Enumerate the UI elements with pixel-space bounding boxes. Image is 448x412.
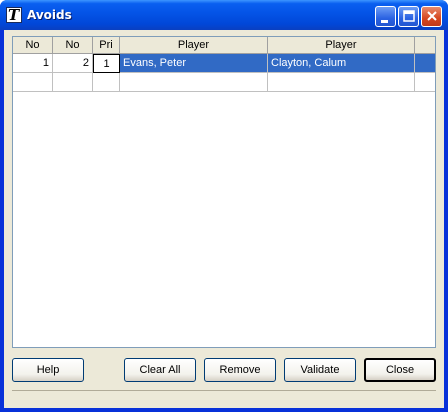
status-bar	[12, 390, 436, 404]
cell-empty[interactable]	[93, 73, 120, 92]
cell-empty[interactable]	[120, 73, 268, 92]
column-header-player-1[interactable]: Player	[120, 37, 268, 54]
close-icon	[427, 11, 437, 21]
cell-no-2[interactable]: 2	[53, 54, 93, 73]
column-header-no-2[interactable]: No	[53, 37, 93, 54]
cell-player-2[interactable]: Clayton, Calum	[268, 54, 415, 73]
help-button[interactable]: Help	[12, 358, 84, 382]
title-bar[interactable]: T Avoids	[0, 0, 448, 30]
close-button[interactable]: Close	[364, 358, 436, 382]
cell-filler	[415, 73, 435, 92]
dialog-body: No No Pri Player Player 1 2 1 Evans, Pet…	[4, 30, 444, 408]
maximize-button[interactable]	[398, 6, 419, 27]
cell-pri-editor[interactable]: 1	[93, 54, 120, 73]
column-header-filler	[415, 37, 435, 54]
avoids-window: T Avoids No No Pri Player Player 1 2 1 E…	[0, 0, 448, 412]
window-title: Avoids	[27, 8, 72, 22]
cell-filler	[415, 54, 435, 73]
column-header-player-2[interactable]: Player	[268, 37, 415, 54]
cell-empty[interactable]	[268, 73, 415, 92]
cell-empty[interactable]	[53, 73, 93, 92]
minimize-icon	[381, 20, 388, 23]
cell-player-1[interactable]: Evans, Peter	[120, 54, 268, 73]
column-header-pri[interactable]: Pri	[93, 37, 120, 54]
clear-all-button[interactable]: Clear All	[124, 358, 196, 382]
cell-no-1[interactable]: 1	[13, 54, 53, 73]
close-window-button[interactable]	[421, 6, 442, 27]
app-icon[interactable]: T	[6, 6, 22, 24]
minimize-button[interactable]	[375, 6, 396, 27]
column-header-no-1[interactable]: No	[13, 37, 53, 54]
validate-button[interactable]: Validate	[284, 358, 356, 382]
maximize-icon	[403, 10, 415, 22]
avoids-grid[interactable]: No No Pri Player Player 1 2 1 Evans, Pet…	[12, 36, 436, 348]
remove-button[interactable]: Remove	[204, 358, 276, 382]
cell-empty[interactable]	[13, 73, 53, 92]
